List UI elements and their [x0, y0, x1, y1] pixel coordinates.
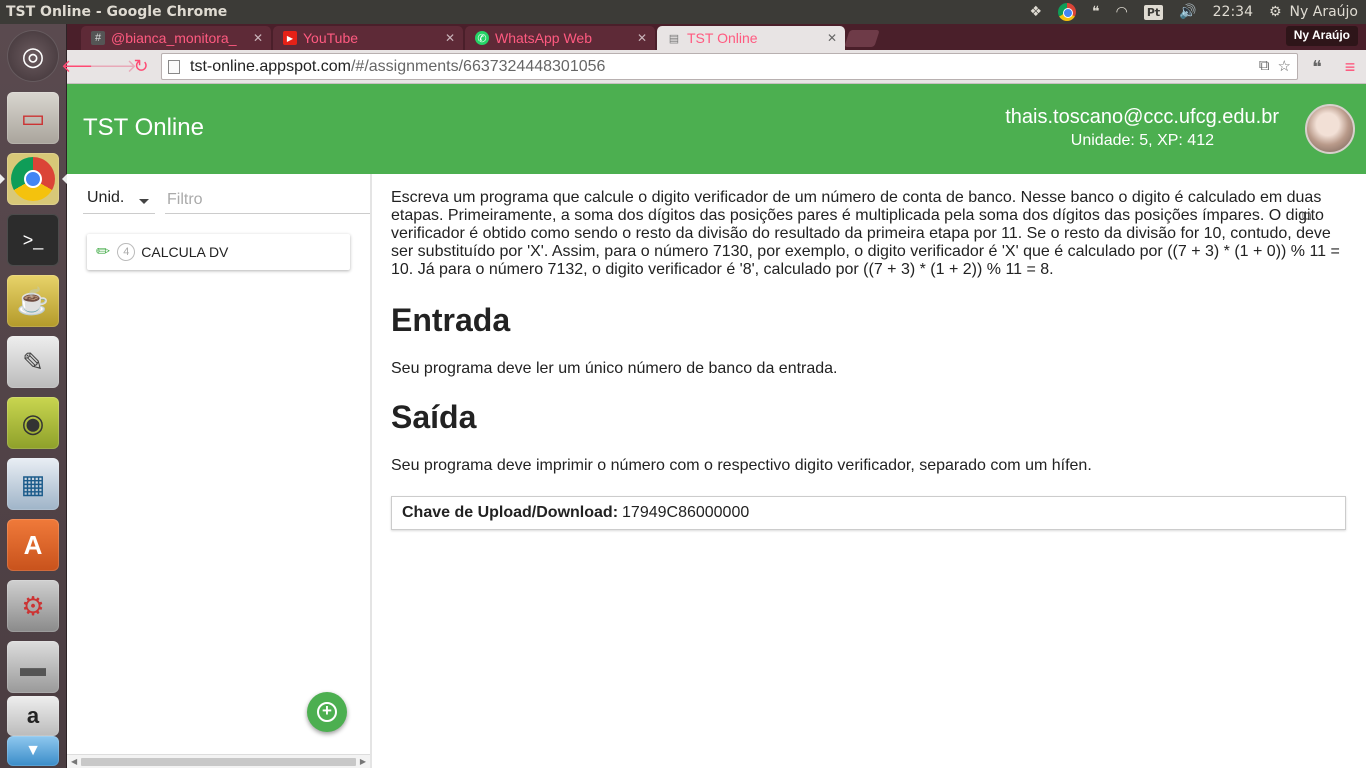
trash-icon[interactable]: ▼ [7, 736, 59, 766]
keyboard-icon[interactable]: Pt [1136, 0, 1171, 24]
files-icon[interactable]: ▭ [7, 92, 59, 144]
unit-select[interactable]: Unid. [83, 186, 155, 214]
assignment-sidebar: Unid. ✏ 4 CALCULA DV + ◀ ▶ [67, 174, 372, 768]
chat-icon[interactable]: ❝ [1084, 0, 1108, 24]
close-icon[interactable]: ✕ [827, 31, 837, 45]
system-settings-icon[interactable]: ⚙ [7, 580, 59, 632]
close-icon[interactable]: ✕ [445, 31, 455, 45]
rhythmbox-icon[interactable]: ◉ [7, 397, 59, 449]
software-center-icon[interactable]: A [7, 519, 59, 571]
scroll-left-icon[interactable]: ◀ [71, 757, 77, 766]
profile-button[interactable]: Ny Araújo [1285, 26, 1358, 46]
avatar[interactable] [1305, 104, 1355, 154]
tab-label: TST Online [687, 30, 758, 46]
address-bar[interactable]: tst-online.appspot.com/#/assignments/663… [161, 53, 1298, 80]
unit-select-value: Unid. [87, 189, 125, 206]
close-icon[interactable]: ✕ [637, 31, 647, 45]
unity-launcher: ◎ ▭ >_ ☕ ✎ ◉ ▦ A ⚙ ▬ a ▼ [0, 24, 67, 768]
terminal-icon[interactable]: >_ [7, 214, 59, 266]
volume-icon[interactable]: 🔊 [1171, 0, 1204, 24]
plus-icon: + [317, 702, 337, 722]
new-tab-button[interactable] [844, 30, 880, 47]
gear-icon[interactable]: ⚙ [1261, 0, 1290, 24]
filter-input[interactable] [165, 186, 370, 214]
upload-key-label: Chave de Upload/Download: [402, 504, 619, 521]
wifi-icon[interactable]: ◠ [1108, 0, 1136, 24]
upload-key-box: Chave de Upload/Download: 17949C86000000 [391, 496, 1346, 530]
attempt-count-badge: 4 [117, 243, 136, 261]
output-description: Seu programa deve imprimir o número com … [391, 457, 1092, 474]
tab-youtube[interactable]: ▶ YouTube ✕ [273, 26, 463, 50]
libreoffice-impress-icon[interactable]: ▦ [7, 458, 59, 510]
whatsapp-icon: ✆ [475, 31, 489, 45]
amazon-icon[interactable]: a [7, 696, 59, 736]
tab-twitter[interactable]: # @bianca_monitora_ ✕ [81, 26, 271, 50]
assignment-description: Escreva um programa que calcule o digito… [391, 189, 1340, 278]
browser-tab-strip: # @bianca_monitora_ ✕ ▶ YouTube ✕ ✆ What… [67, 24, 1366, 50]
input-description: Seu programa deve ler um único número de… [391, 360, 838, 377]
assignment-content: Escreva um programa que calcule o digito… [391, 189, 1346, 530]
output-heading: Saída [391, 399, 477, 435]
url-host: tst-online.appspot.com [190, 57, 351, 75]
teapot-icon[interactable]: ☕ [7, 275, 59, 327]
tab-label: YouTube [303, 30, 359, 46]
menu-icon[interactable]: ≡ [1336, 53, 1364, 81]
horizontal-scrollbar[interactable]: ◀ ▶ [67, 754, 370, 768]
chevron-down-icon [139, 199, 149, 204]
ubuntu-dash-icon[interactable]: ◎ [7, 30, 59, 82]
close-icon[interactable]: ✕ [253, 31, 263, 45]
dropbox-icon[interactable]: ❖ [1022, 0, 1051, 24]
upload-key-value[interactable]: 17949C86000000 [622, 504, 749, 522]
youtube-icon: ▶ [283, 31, 297, 45]
copy-icon[interactable]: ⧉ [1302, 208, 1318, 223]
forward-button[interactable]: 🡒 [89, 53, 137, 81]
hashtag-icon: # [91, 31, 105, 45]
tab-label: @bianca_monitora_ [111, 30, 237, 46]
add-button[interactable]: + [307, 692, 347, 732]
text-editor-icon[interactable]: ✎ [7, 336, 59, 388]
assignment-item[interactable]: ✏ 4 CALCULA DV [87, 234, 350, 270]
url-path: /#/assignments/6637324448301056 [350, 57, 606, 75]
app-header: TST Online thais.toscano@ccc.ufcg.edu.br… [67, 84, 1366, 174]
page-icon: ▤ [668, 32, 680, 45]
system-top-panel: TST Online - Google Chrome ❖ ❝ ◠ Pt 🔊 22… [0, 0, 1366, 24]
page-icon [168, 59, 180, 74]
scroll-right-icon[interactable]: ▶ [360, 757, 366, 766]
assignment-name: CALCULA DV [141, 244, 229, 260]
session-user[interactable]: Ny Araújo [1290, 0, 1366, 24]
chrome-icon[interactable] [1050, 0, 1084, 24]
user-stats: Unidade: 5, XP: 412 [1070, 132, 1214, 149]
browser-toolbar: 🡐 🡒 ↻ tst-online.appspot.com/#/assignmen… [61, 50, 1366, 84]
tab-whatsapp[interactable]: ✆ WhatsApp Web ✕ [465, 26, 655, 50]
tab-label: WhatsApp Web [495, 30, 593, 46]
tab-tst-online[interactable]: ▤ TST Online ✕ [657, 26, 845, 50]
reload-button[interactable]: ↻ [127, 53, 155, 81]
hangouts-extension-icon[interactable]: ❝ [1303, 53, 1331, 81]
input-heading: Entrada [391, 302, 511, 338]
running-app-marker [0, 174, 5, 184]
system-tray: ❖ ❝ ◠ Pt 🔊 22:34 ⚙ Ny Araújo [1022, 0, 1366, 24]
drive-icon[interactable]: ▬ [7, 641, 59, 693]
clock[interactable]: 22:34 [1205, 0, 1261, 24]
user-email: thais.toscano@ccc.ufcg.edu.br [1005, 106, 1279, 128]
pencil-icon: ✏ [96, 242, 111, 261]
scrollbar-thumb[interactable] [81, 758, 356, 766]
window-title: TST Online - Google Chrome [6, 4, 228, 20]
bookmark-star-icon[interactable]: ☆ [1278, 57, 1291, 75]
app-title[interactable]: TST Online [83, 114, 204, 142]
omnibox-actions: ⧉ ☆ [1259, 57, 1291, 75]
keyboard-layout: Pt [1143, 4, 1164, 20]
chrome-icon[interactable] [7, 153, 59, 205]
translate-icon[interactable]: ⧉ [1259, 57, 1270, 75]
